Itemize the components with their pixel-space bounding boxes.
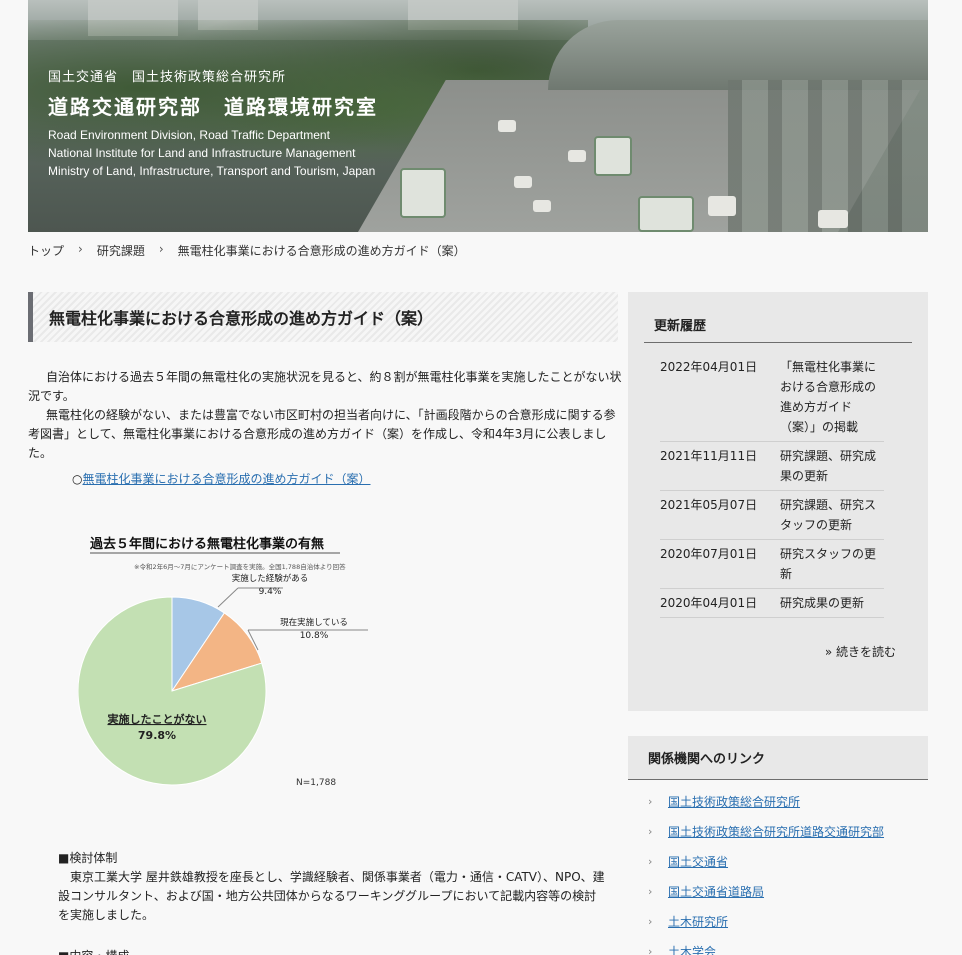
- links-title: 関係機関へのリンク: [628, 736, 928, 780]
- header-banner: 国土交通省 国土技術政策総合研究所 道路交通研究部 道路環境研究室 Road E…: [28, 0, 928, 232]
- history-text: 研究成果の更新: [780, 596, 865, 610]
- history-text: 研究課題、研究成果の更新: [780, 449, 877, 483]
- chart-subtitle: ※令和2年6月～7月にアンケート調査を実施。全国1,788自治体より回答: [134, 562, 346, 571]
- chart-title: 過去５年間における無電柱化事業の有無: [89, 536, 324, 552]
- history-text: 「無電柱化事業における合意形成の進め方ガイド（案）」の掲載: [780, 360, 877, 434]
- section-structure: ■検討体制 東京工業大学 屋井鉄雄教授を座長とし、学識経験者、関係事業者（電力・…: [28, 849, 608, 925]
- banner-car: [498, 120, 516, 132]
- slice-label-value: 9.4%: [259, 587, 282, 597]
- history-date: 2022年04月01日: [660, 360, 758, 374]
- intro-paragraph: 無電柱化の経験がない、または豊富でない市区町村の担当者向けに、「計画段階からの合…: [28, 408, 616, 460]
- banner-dept: 道路交通研究部 道路環境研究室: [48, 95, 378, 119]
- guide-link-row: ○無電柱化事業における合意形成の進め方ガイド（案）: [28, 470, 628, 487]
- banner-titles: 国土交通省 国土技術政策総合研究所 道路交通研究部 道路環境研究室 Road E…: [48, 66, 378, 180]
- banner-en-line: Road Environment Division, Road Traffic …: [48, 128, 330, 142]
- banner-car: [708, 196, 736, 216]
- chevron-right-icon: ›: [648, 854, 653, 868]
- breadcrumb-separator: ›: [78, 242, 83, 256]
- leader-line: [217, 587, 239, 608]
- history-text: 研究スタッフの更新: [780, 547, 877, 581]
- slice-label-cat: 実施したことがない: [108, 712, 207, 726]
- slice-label-value: 10.8%: [300, 631, 329, 641]
- related-link[interactable]: 国土交通省道路局: [668, 883, 764, 900]
- related-link[interactable]: 国土技術政策総合研究所: [668, 793, 800, 810]
- section-contents: ■内容・構成: [28, 947, 628, 955]
- history-date: 2021年05月07日: [660, 498, 758, 512]
- link-item: › 国土交通省道路局: [628, 876, 928, 906]
- history-item: 2021年05月07日 研究課題、研究スタッフの更新: [660, 491, 884, 540]
- guide-link-bullet: ○: [72, 472, 83, 486]
- update-history-panel: 更新履歴 2022年04月01日 「無電柱化事業における合意形成の進め方ガイド（案…: [628, 292, 928, 711]
- related-link[interactable]: 土木学会: [668, 943, 716, 955]
- link-item: › 土木研究所: [628, 906, 928, 936]
- history-date: 2021年11月11日: [660, 449, 758, 463]
- slice-label-cat: 実施した経験がある: [232, 573, 309, 584]
- link-item: › 国土技術政策総合研究所: [628, 786, 928, 816]
- link-item: › 土木学会: [628, 936, 928, 955]
- links-list: › 国土技術政策総合研究所 › 国土技術政策総合研究所道路交通研究部 › 国土交通省 › 国土…: [628, 780, 928, 955]
- banner-car: [514, 176, 532, 188]
- intro-paragraph: 自治体における過去５年間の無電柱化の実施状況を見ると、約８割が無電柱化事業を実施…: [28, 370, 622, 403]
- banner-car: [568, 150, 586, 162]
- history-item: 2020年04月01日 研究成果の更新: [660, 589, 884, 618]
- banner-bus: [594, 136, 632, 176]
- chevron-right-icon: ›: [648, 794, 653, 808]
- related-link[interactable]: 国土交通省: [668, 853, 728, 870]
- breadcrumb-separator: ›: [158, 242, 164, 256]
- banner-en-line: National Institute for Land and Infrastr…: [48, 146, 356, 160]
- banner-org: 国土交通省 国土技術政策総合研究所: [48, 70, 287, 85]
- breadcrumb-top[interactable]: トップ: [28, 242, 64, 259]
- history-text: 研究課題、研究スタッフの更新: [780, 498, 877, 532]
- breadcrumb-research[interactable]: 研究課題: [97, 242, 145, 259]
- chevron-right-icon: ›: [648, 884, 653, 898]
- history-title: 更新履歴: [644, 292, 912, 343]
- chevron-right-icon: ›: [648, 914, 653, 928]
- related-link[interactable]: 国土技術政策総合研究所道路交通研究部: [668, 823, 884, 840]
- main-content: 無電柱化事業における合意形成の進め方ガイド（案） 自治体における過去５年間の無電…: [28, 292, 628, 955]
- pie-chart-figure: 過去５年間における無電柱化事業の有無 ※令和2年6月～7月にアンケート調査を実施…: [77, 527, 408, 797]
- link-item: › 国土技術政策総合研究所道路交通研究部: [628, 816, 928, 846]
- pie-chart: 過去５年間における無電柱化事業の有無 ※令和2年6月～7月にアンケート調査を実施…: [77, 536, 368, 788]
- chevron-right-icon: ›: [648, 944, 653, 955]
- slice-label-cat: 現在実施している: [280, 617, 348, 628]
- link-item: › 国土交通省: [628, 846, 928, 876]
- breadcrumb: トップ › 研究課題 › 無電柱化事業における合意形成の進め方ガイド（案）: [28, 242, 466, 259]
- section-heading: ■検討体制: [58, 851, 118, 865]
- history-item: 2022年04月01日 「無電柱化事業における合意形成の進め方ガイド（案）」の掲載: [660, 353, 884, 442]
- banner-car: [818, 210, 848, 228]
- pie-slices: [77, 596, 267, 786]
- history-item: 2021年11月11日 研究課題、研究成果の更新: [660, 442, 884, 491]
- breadcrumb-current: 無電柱化事業における合意形成の進め方ガイド（案）: [177, 244, 466, 258]
- chevron-right-icon: ›: [648, 824, 653, 838]
- section-heading: ■内容・構成: [58, 947, 628, 955]
- history-item: 2020年07月01日 研究スタッフの更新: [660, 540, 884, 589]
- guide-link[interactable]: 無電柱化事業における合意形成の進め方ガイド（案）: [82, 472, 370, 486]
- related-links-panel: 関係機関へのリンク › 国土技術政策総合研究所 › 国土技術政策総合研究所道路交通研究…: [628, 736, 928, 955]
- banner-car: [533, 200, 551, 212]
- banner-bus: [400, 168, 446, 218]
- banner-bus: [638, 196, 694, 232]
- slice-label-value: 79.8%: [138, 729, 176, 742]
- page-title: 無電柱化事業における合意形成の進め方ガイド（案）: [28, 292, 618, 342]
- section-body: 東京工業大学 屋井鉄雄教授を座長とし、学識経験者、関係事業者（電力・通信・CAT…: [58, 870, 605, 922]
- intro-text: 自治体における過去５年間の無電柱化の実施状況を見ると、約８割が無電柱化事業を実施…: [28, 368, 626, 463]
- history-list: 2022年04月01日 「無電柱化事業における合意形成の進め方ガイド（案）」の掲載…: [644, 353, 884, 618]
- read-more-link[interactable]: » 続きを読む: [644, 643, 912, 660]
- history-date: 2020年07月01日: [660, 547, 758, 561]
- history-date: 2020年04月01日: [660, 596, 758, 610]
- banner-en-line: Ministry of Land, Infrastructure, Transp…: [48, 164, 376, 178]
- related-link[interactable]: 土木研究所: [668, 913, 728, 930]
- chart-n-note: N=1,788: [296, 778, 336, 788]
